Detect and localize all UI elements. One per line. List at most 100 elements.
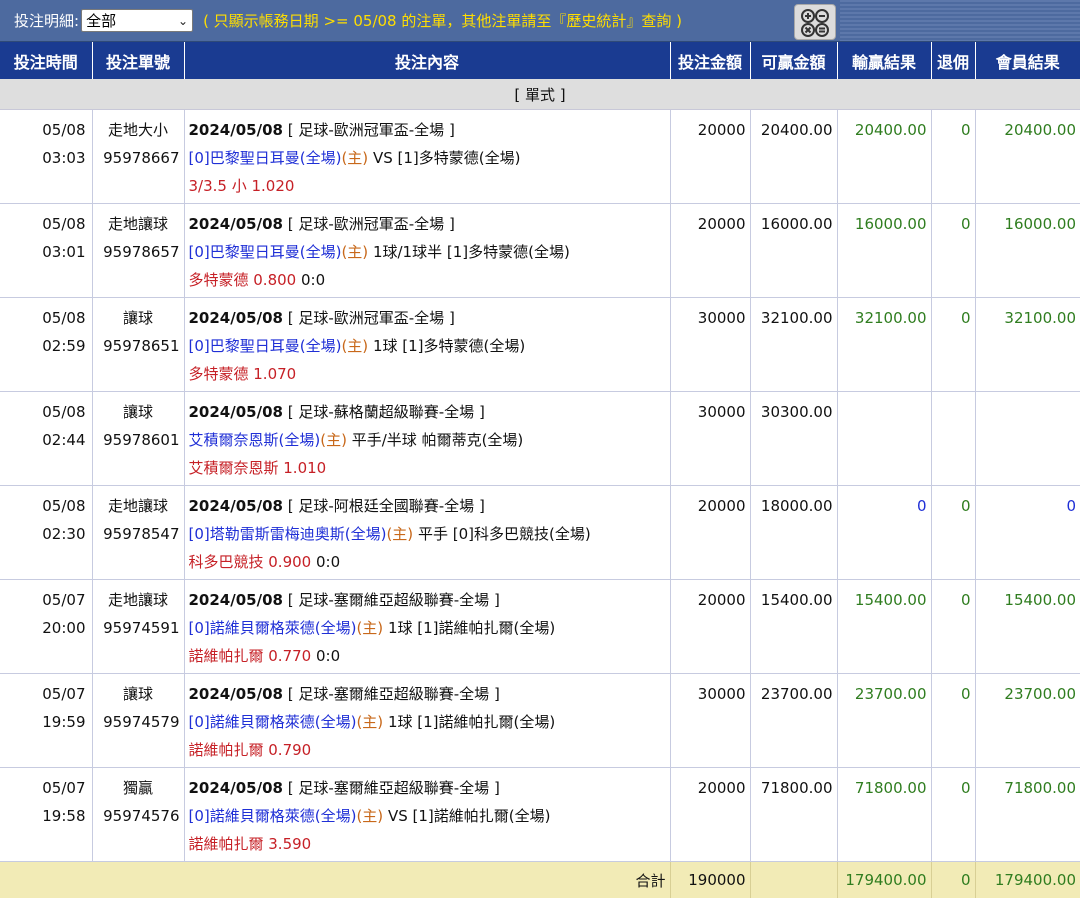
away-team: [1]諾維帕扎爾(全場): [417, 619, 556, 637]
handicap: 1球: [387, 713, 413, 731]
pick-odds: 艾積爾奈恩斯 1.010: [188, 459, 327, 477]
league-name: [ 足球-歐洲冠軍盃-全場 ]: [287, 215, 455, 233]
bet-content-cell: 2024/05/08 [ 足球-歐洲冠軍盃-全場 ] [0]巴黎聖日耳曼(全場)(…: [184, 109, 671, 204]
filter-bar: 投注明細: 全部 ⌄ ( 只顯示帳務日期 >= 05/08 的注單，其他注單請至…: [0, 0, 1080, 42]
potential-win-cell: 30300.00: [750, 391, 838, 486]
result-cell: 32100.00: [837, 297, 932, 392]
filter-label: 投注明細:: [14, 12, 80, 30]
table-row: 05/07 20:00 走地讓球 95974591 2024/05/08 [ 足球-塞爾…: [0, 579, 1080, 674]
match-date: 2024/05/08: [188, 403, 283, 421]
result-cell: [837, 391, 932, 486]
ticket-cell: 讓球 95974579: [92, 673, 185, 768]
potential-win-cell: 23700.00: [750, 673, 838, 768]
bet-time-cell: 05/07 19:59: [0, 673, 93, 768]
pick-odds: 多特蒙德 0.800: [188, 271, 297, 289]
bet-date: 05/08: [42, 215, 86, 233]
rebate-cell: 0: [931, 767, 976, 862]
home-team: 艾積爾奈恩斯(全場): [188, 431, 321, 449]
ticket-cell: 走地讓球 95978547: [92, 485, 185, 580]
stake-cell: 20000: [670, 203, 751, 298]
pick-odds: 3/3.5 小 1.020: [188, 177, 295, 195]
potential-win-cell: 71800.00: [750, 767, 838, 862]
col-potential-win: 可贏金額: [750, 42, 838, 79]
total-result: 179400.00: [837, 861, 932, 898]
home-tag: (主): [341, 243, 369, 261]
potential-win-cell: 16000.00: [750, 203, 838, 298]
col-stake: 投注金額: [670, 42, 751, 79]
potential-win-cell: 18000.00: [750, 485, 838, 580]
league-name: [ 足球-歐洲冠軍盃-全場 ]: [287, 121, 455, 139]
rebate-cell: 0: [931, 485, 976, 580]
ticket-number: 95974591: [103, 619, 180, 637]
pick-odds: 諾維帕扎爾 0.790: [188, 741, 312, 759]
bet-time: 02:30: [42, 525, 86, 543]
calculator-icon: [801, 9, 829, 37]
col-bet-time: 投注時間: [0, 42, 93, 79]
member-result-cell: 0: [975, 485, 1080, 580]
bet-date: 05/07: [42, 591, 86, 609]
match-date: 2024/05/08: [188, 591, 283, 609]
home-tag: (主): [341, 337, 369, 355]
member-result-cell: 71800.00: [975, 767, 1080, 862]
col-rebate: 退佣: [931, 42, 976, 79]
stake-cell: 20000: [670, 579, 751, 674]
away-team: [1]諾維帕扎爾(全場): [412, 807, 551, 825]
ticket-number: 95978651: [103, 337, 180, 355]
away-team: 帕爾蒂克(全場): [421, 431, 524, 449]
pick-odds: 諾維帕扎爾 0.770: [188, 647, 312, 665]
stake-cell: 30000: [670, 391, 751, 486]
member-result-cell: 20400.00: [975, 109, 1080, 204]
potential-win-cell: 32100.00: [750, 297, 838, 392]
total-win-empty: [750, 861, 838, 898]
bet-content-cell: 2024/05/08 [ 足球-歐洲冠軍盃-全場 ] [0]巴黎聖日耳曼(全場)(…: [184, 203, 671, 298]
table-row: 05/07 19:58 獨贏 95974576 2024/05/08 [ 足球-塞爾維亞…: [0, 767, 1080, 862]
home-team: [0]諾維貝爾格萊德(全場): [188, 807, 357, 825]
away-team: [1]多特蒙德(全場): [402, 337, 526, 355]
home-tag: (主): [320, 431, 347, 449]
result-cell: 15400.00: [837, 579, 932, 674]
rebate-cell: [931, 391, 976, 486]
bet-date: 05/08: [42, 121, 86, 139]
section-label: [ 單式 ]: [0, 79, 1080, 110]
bet-time-cell: 05/08 03:01: [0, 203, 93, 298]
match-date: 2024/05/08: [188, 309, 283, 327]
bet-type: 走地讓球: [107, 591, 168, 609]
ticket-number: 95978601: [103, 431, 180, 449]
ticket-cell: 讓球 95978601: [92, 391, 185, 486]
home-tag: (主): [356, 807, 384, 825]
bet-type: 讓球: [122, 403, 153, 421]
bet-date: 05/07: [42, 685, 86, 703]
away-team: [1]諾維帕扎爾(全場): [417, 713, 556, 731]
member-result-cell: 16000.00: [975, 203, 1080, 298]
match-date: 2024/05/08: [188, 121, 283, 139]
bet-content-cell: 2024/05/08 [ 足球-阿根廷全國聯賽-全場 ] [0]塔勒雷斯雷梅迪奧斯…: [184, 485, 671, 580]
handicap: 1球/1球半: [372, 243, 443, 261]
league-name: [ 足球-阿根廷全國聯賽-全場 ]: [287, 497, 485, 515]
rebate-cell: 0: [931, 109, 976, 204]
handicap: 1球: [372, 337, 398, 355]
bet-date: 05/08: [42, 309, 86, 327]
total-stake: 190000: [670, 861, 751, 898]
stake-cell: 20000: [670, 109, 751, 204]
away-team: [1]多特蒙德(全場): [446, 243, 570, 261]
ticket-cell: 走地大小 95978667: [92, 109, 185, 204]
bet-type: 走地大小: [107, 121, 168, 139]
bet-type: 讓球: [122, 309, 153, 327]
rebate-cell: 0: [931, 579, 976, 674]
live-score: 0:0: [301, 271, 326, 289]
filter-select-value: 全部: [86, 12, 117, 30]
calculator-button[interactable]: [794, 4, 836, 40]
ticket-cell: 走地讓球 95974591: [92, 579, 185, 674]
stake-cell: 20000: [670, 485, 751, 580]
ticket-number: 95978657: [103, 243, 180, 261]
table-row: 05/08 02:44 讓球 95978601 2024/05/08 [ 足球-蘇格蘭超…: [0, 391, 1080, 486]
home-team: [0]巴黎聖日耳曼(全場): [188, 149, 342, 167]
home-team: [0]諾維貝爾格萊德(全場): [188, 713, 357, 731]
bet-type: 獨贏: [122, 779, 153, 797]
filter-select[interactable]: 全部 ⌄: [81, 9, 194, 32]
topbar-stripes: [840, 0, 1080, 41]
handicap: 1球: [387, 619, 413, 637]
total-rebate: 0: [931, 861, 976, 898]
home-tag: (主): [356, 713, 384, 731]
bet-time-cell: 05/08 02:30: [0, 485, 93, 580]
